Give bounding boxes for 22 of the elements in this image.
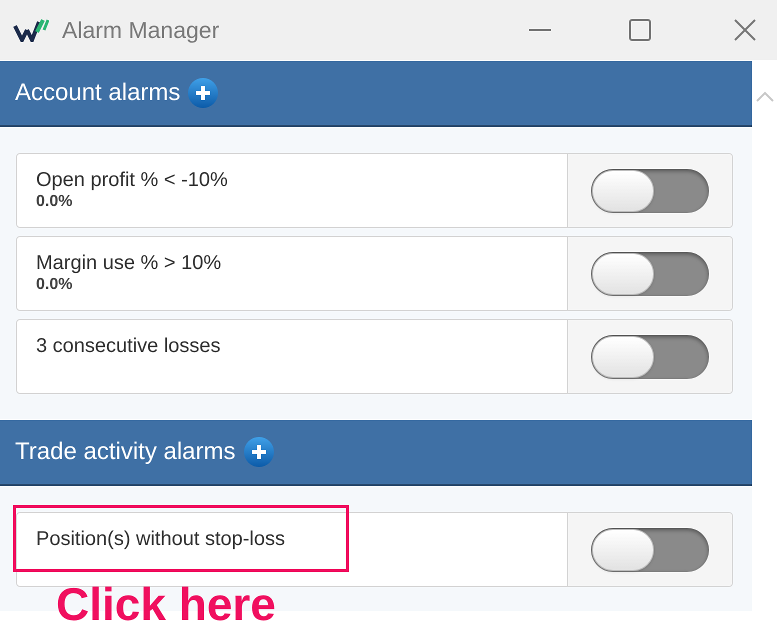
alarm-value: 0.0% (36, 276, 74, 294)
annotation-text: Click here (56, 578, 276, 630)
section-title: Trade activity alarms (15, 437, 236, 467)
alarm-label: Open profit % < -10% (36, 168, 229, 193)
toggle-switch[interactable] (591, 528, 709, 572)
alarm-label: Position(s) without stop-loss (36, 527, 286, 552)
close-icon (733, 18, 757, 42)
toggle-switch[interactable] (591, 252, 709, 296)
logo-icon (13, 18, 49, 42)
toggle-switch[interactable] (591, 334, 709, 378)
toggle-switch[interactable] (591, 168, 709, 212)
window-title: Alarm Manager (62, 16, 220, 45)
maximize-icon (629, 19, 651, 41)
section-title: Account alarms (15, 78, 180, 108)
minimize-icon (529, 29, 551, 31)
add-button[interactable] (188, 78, 218, 108)
alarm-value: 0.0% (36, 193, 74, 211)
alarm-label: Margin use % > 10% (36, 251, 222, 276)
alarm-label: 3 consecutive losses (36, 334, 222, 359)
plus-icon (194, 84, 212, 102)
plus-icon (250, 443, 268, 461)
add-button[interactable] (244, 437, 274, 467)
